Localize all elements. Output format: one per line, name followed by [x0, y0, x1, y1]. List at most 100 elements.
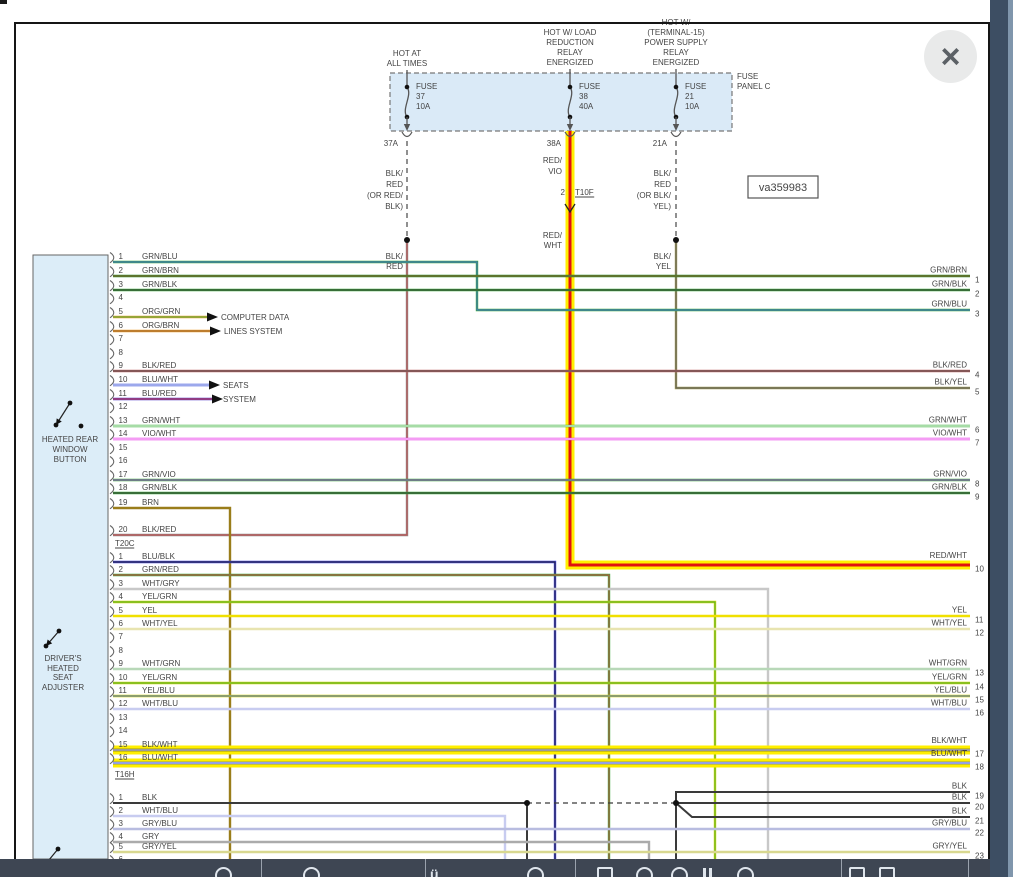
fuse-label: 21: [685, 92, 694, 101]
wire-stripe: [676, 240, 970, 388]
pin-number: 6: [975, 426, 980, 435]
pin-number: 2: [119, 806, 124, 815]
wire-label: BLK: [952, 793, 968, 802]
fuse-output-label: 37A: [384, 139, 399, 148]
wire-label: YEL: [952, 606, 968, 615]
wire-label: GRN/BLK: [932, 280, 968, 289]
switch-dot: [44, 644, 49, 649]
bottom-toolbar: ü: [0, 859, 990, 877]
pin-number: 18: [119, 483, 128, 492]
pin-number: 4: [119, 832, 124, 841]
undo-icon[interactable]: [737, 867, 754, 877]
wire-label: BLK/WHT: [931, 736, 967, 745]
toolbar-divider: [575, 859, 576, 877]
wiring-diagram-viewer: FUSEPANEL CHOT ATALL TIMESFUSE3710A37AHO…: [0, 0, 1013, 877]
wire-label: GRN/WHT: [929, 416, 967, 425]
wire-stripe: [113, 562, 555, 859]
pin-number: 11: [975, 616, 984, 625]
pin-number: 8: [119, 646, 124, 655]
pin-number: 2: [975, 290, 980, 299]
pin-number: 22: [975, 829, 984, 838]
save-icon[interactable]: [879, 867, 895, 877]
pin-number: 1: [119, 552, 124, 561]
search-icon[interactable]: [303, 867, 320, 877]
diagram-text: VIO: [548, 167, 562, 176]
right-edge-strip: [990, 0, 1008, 877]
pin-number: 3: [119, 819, 124, 828]
pin-number: 6: [119, 321, 124, 330]
zoom-in-icon[interactable]: [671, 867, 688, 877]
pin-number: 1: [119, 793, 124, 802]
pin-number: 12: [119, 402, 128, 411]
diagram-text: RED/: [543, 156, 563, 165]
pin-number: 14: [119, 726, 128, 735]
page-corner-mark: [0, 0, 7, 4]
feed-head-label: RELAY: [663, 48, 689, 57]
pin-number: 18: [975, 763, 984, 772]
diagram-text: T10F: [575, 188, 594, 197]
diagram-text: WHT: [544, 241, 562, 250]
diagram-text: BLK/: [386, 169, 404, 178]
feed-head-label: (TERMINAL-15): [647, 28, 705, 37]
refresh-icon[interactable]: [527, 867, 544, 877]
feed-head-label: POWER SUPPLY: [644, 38, 708, 47]
diagram-text: BLK): [385, 202, 403, 211]
toolbar-divider: [261, 859, 262, 877]
pin-number: 17: [975, 750, 984, 759]
fuse-label: FUSE: [416, 82, 437, 91]
wire-label: YEL/GRN: [142, 673, 177, 682]
ref-code: va359983: [759, 182, 807, 194]
wire-label: BLK/YEL: [935, 378, 968, 387]
diagram-text: DRIVER'S: [44, 654, 81, 663]
close-icon: ×: [941, 40, 961, 74]
diagram-border-left: [14, 22, 16, 877]
feed-head-label: HOT AT: [393, 49, 421, 58]
wire-label: VIO/WHT: [142, 429, 176, 438]
junction-dot: [524, 800, 530, 806]
close-button[interactable]: ×: [924, 30, 977, 83]
wire-label: BLU/BLK: [142, 552, 176, 561]
zoom-icon[interactable]: [215, 867, 232, 877]
fuse-panel-label: PANEL C: [737, 82, 771, 91]
pin-number: 7: [975, 439, 980, 448]
pin-number: 3: [119, 579, 124, 588]
toolbar-divider: [841, 859, 842, 877]
wire-label: BLU/RED: [142, 389, 177, 398]
pin-number: 5: [119, 606, 124, 615]
pin-bracket: [110, 349, 114, 359]
junction-dot: [673, 800, 679, 806]
pin-number: 16: [975, 709, 984, 718]
wire-label: GRN/BLK: [142, 483, 178, 492]
pin-number: 10: [119, 673, 128, 682]
pin-number: 14: [119, 429, 128, 438]
feed-head-label: RELAY: [557, 48, 583, 57]
wire-label: GRY: [142, 832, 160, 841]
diagram-text: BUTTON: [54, 455, 87, 464]
wire-label: GRN/BRN: [142, 266, 179, 275]
wire-label: GRN/WHT: [142, 416, 180, 425]
wire-blu-blk-t20c1: [113, 562, 555, 859]
wire-label: BLK/WHT: [142, 740, 178, 749]
diagram-text: SEATS: [223, 381, 249, 390]
pin-number: 2: [119, 266, 124, 275]
print-icon[interactable]: ü: [430, 867, 439, 877]
diagram-text: RED/: [543, 231, 563, 240]
wire-stripe: [113, 602, 715, 859]
wire-label: GRY/BLU: [142, 819, 177, 828]
zoom-out-icon[interactable]: [636, 867, 653, 877]
diagram-text: BLK/: [386, 252, 404, 261]
wire-label: GRN/BLK: [932, 483, 968, 492]
fit-screen-icon[interactable]: [597, 867, 613, 877]
diagram-text: RED: [654, 180, 671, 189]
copy-icon[interactable]: [849, 867, 865, 877]
switch-dot: [57, 629, 62, 634]
switch-dot: [56, 847, 61, 852]
diagram-text: WINDOW: [52, 445, 88, 454]
wire-label: WHT/GRY: [142, 579, 180, 588]
pause-icon[interactable]: [703, 867, 715, 877]
pin-number: 20: [119, 525, 128, 534]
feed-head-label: ALL TIMES: [387, 59, 427, 68]
diagram-text: HEATED REAR: [42, 435, 99, 444]
pin-number: 10: [119, 375, 128, 384]
diagram-border-top: [14, 22, 990, 24]
